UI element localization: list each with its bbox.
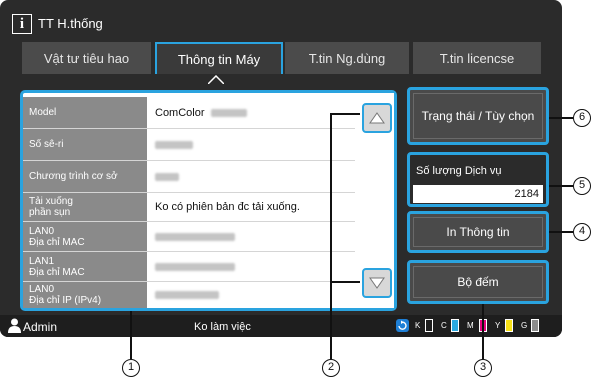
service-count-box: Số lượng Dịch vụ 2184 <box>407 152 549 207</box>
logged-in-user[interactable]: Admin <box>23 320 57 334</box>
callout-line <box>549 231 573 233</box>
ink-label-k: K <box>415 321 421 330</box>
row-value: Ko có phiên bản đc tải xuống. <box>149 193 355 221</box>
row-value <box>149 129 355 160</box>
tab-user-info[interactable]: T.tin Ng.dùng <box>285 42 409 74</box>
ink-label-y: Y <box>495 321 501 330</box>
callout-6: 6 <box>573 109 591 127</box>
row-label: Số sê-ri <box>23 129 147 160</box>
row-label: LAN0 Địa chỉ MAC <box>23 222 147 251</box>
table-row: Số sê-ri <box>23 129 355 160</box>
callout-line <box>330 113 332 359</box>
counter-button[interactable]: Bộ đếm <box>407 260 549 304</box>
user-icon <box>8 318 21 333</box>
refresh-icon[interactable] <box>396 319 409 332</box>
row-label: Chương trình cơ sở <box>23 161 147 192</box>
callout-line <box>330 113 360 115</box>
button-label: Bộ đếm <box>457 275 499 289</box>
table-row: LAN0 Địa chỉ MAC <box>23 222 355 251</box>
callout-4: 4 <box>573 223 591 241</box>
status-options-button[interactable]: Trạng thái / Tùy chọn <box>407 87 549 145</box>
scroll-down-button[interactable] <box>362 268 392 298</box>
callout-3: 3 <box>474 359 492 377</box>
ink-level-c <box>451 319 459 332</box>
info-icon: i <box>12 14 32 34</box>
row-label: Tải xuống phần sụn <box>23 193 147 221</box>
row-label: LAN1 Địa chỉ MAC <box>23 252 147 281</box>
ink-label-g: G <box>521 321 528 330</box>
touch-panel-screen: i TT H.thống Vật tư tiêu hao Thông tin M… <box>0 0 562 337</box>
ink-level-g <box>531 319 539 332</box>
row-value <box>149 252 355 281</box>
machine-status: Ko làm việc <box>194 321 251 333</box>
status-bar: Admin Ko làm việc K C M Y G <box>0 315 562 337</box>
ink-label-c: C <box>441 321 447 330</box>
row-value <box>149 222 355 251</box>
callout-2: 2 <box>322 359 340 377</box>
callout-line <box>482 304 484 359</box>
tab-consumables[interactable]: Vật tư tiêu hao <box>22 42 151 74</box>
table-row: Tải xuống phần sụn Ko có phiên bản đc tả… <box>23 193 355 221</box>
triangle-down-icon <box>369 277 385 289</box>
callout-line <box>549 185 573 187</box>
table-row: LAN0 Địa chỉ IP (IPv4) <box>23 282 355 308</box>
ink-label-m: M <box>467 321 474 330</box>
row-value <box>149 161 355 192</box>
button-label: In Thông tin <box>446 225 510 239</box>
redacted-value <box>155 262 235 271</box>
triangle-up-icon <box>369 112 385 124</box>
model-text: ComColor <box>155 106 205 119</box>
redacted-value <box>155 232 235 241</box>
callout-1: 1 <box>122 359 140 377</box>
callout-5: 5 <box>573 177 591 195</box>
table-row: LAN1 Địa chỉ MAC <box>23 252 355 281</box>
callout-line <box>549 117 573 119</box>
service-count-label: Số lượng Dịch vụ <box>416 165 502 177</box>
print-info-button[interactable]: In Thông tin <box>407 211 549 253</box>
redacted-value <box>155 140 193 149</box>
ink-level-y <box>505 319 513 332</box>
table-row: Model ComColor <box>23 97 355 128</box>
row-value <box>149 282 355 308</box>
button-label: Trạng thái / Tùy chọn <box>421 109 535 123</box>
row-label: LAN0 Địa chỉ IP (IPv4) <box>23 282 147 308</box>
row-label: Model <box>23 97 147 128</box>
active-tab-pointer-icon <box>208 75 224 84</box>
redacted-value <box>155 291 219 299</box>
row-value: ComColor <box>149 97 355 128</box>
scroll-up-button[interactable] <box>362 103 392 133</box>
screen-title: TT H.thống <box>38 16 103 31</box>
ink-level-k <box>425 319 433 332</box>
redacted-value <box>155 172 179 181</box>
tab-license-info[interactable]: T.tin licencse <box>413 42 541 74</box>
callout-line <box>130 311 132 359</box>
redacted-value <box>210 108 247 117</box>
callout-line <box>330 281 360 283</box>
service-count-value: 2184 <box>413 185 543 203</box>
machine-info-table[interactable]: Model ComColor Số sê-ri Chương trình cơ … <box>20 90 397 311</box>
table-row: Chương trình cơ sở <box>23 161 355 192</box>
tab-machine-info[interactable]: Thông tin Máy <box>155 42 283 74</box>
